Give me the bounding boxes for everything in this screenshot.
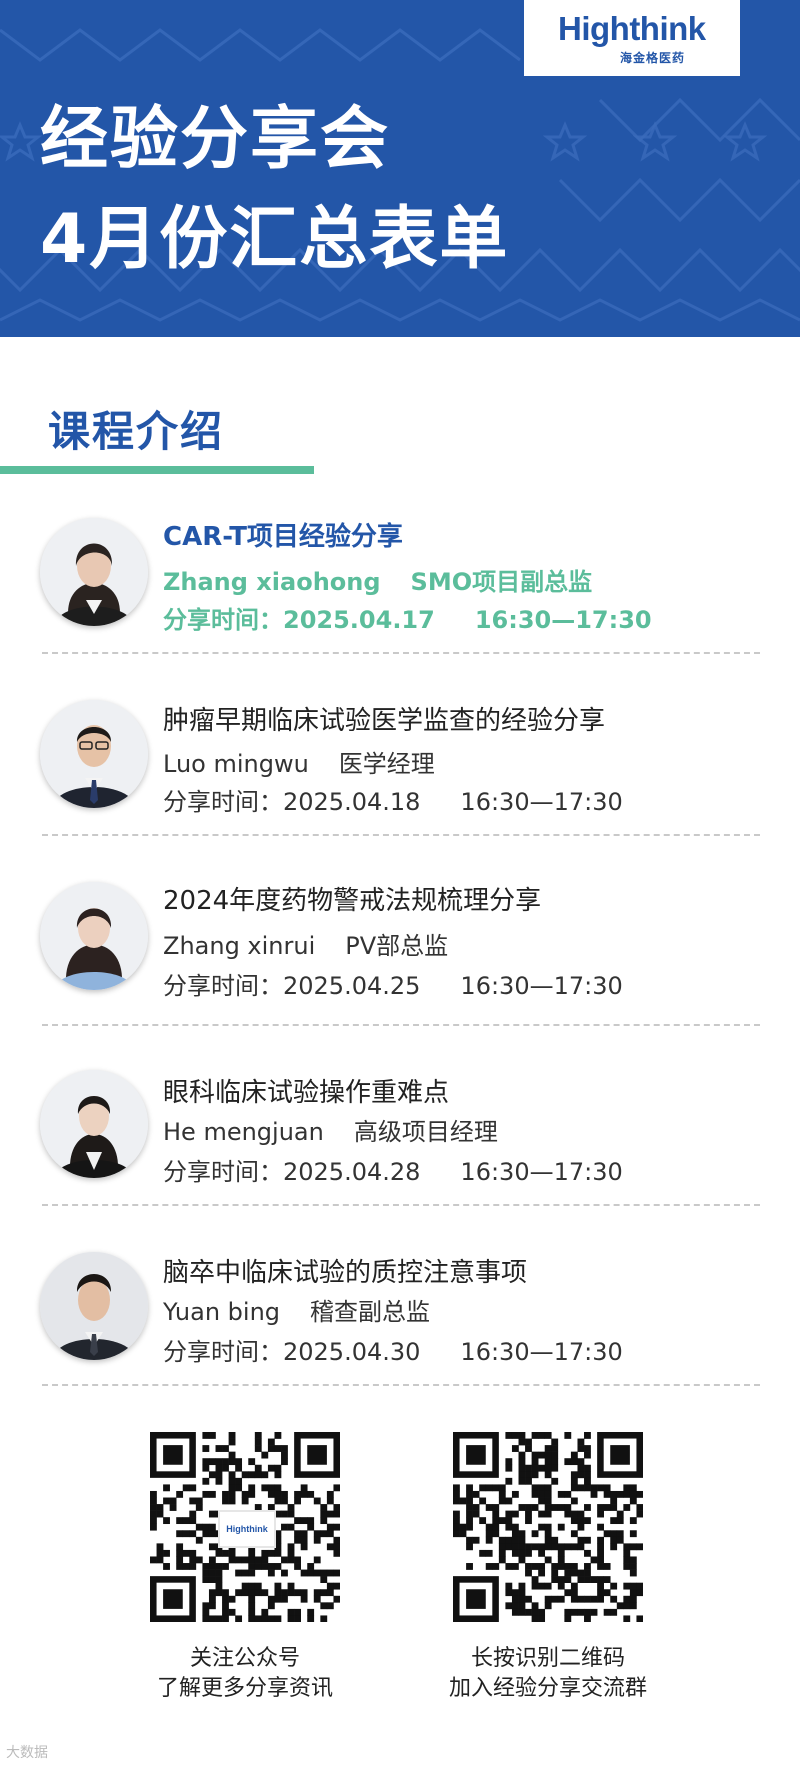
course-date: 2025.04.30 xyxy=(283,1338,421,1366)
course-title: CAR-T项目经验分享 xyxy=(163,522,403,552)
time-label: 分享时间： xyxy=(163,1158,283,1186)
qr-code-group[interactable] xyxy=(453,1432,644,1623)
divider xyxy=(42,834,760,836)
speaker-name: Zhang xiaohong xyxy=(163,568,381,596)
course-speaker-line: Zhang xiaohong SMO项目副总监 xyxy=(163,562,592,597)
section-title: 课程介绍 xyxy=(48,407,225,456)
section-underline xyxy=(0,466,314,474)
divider xyxy=(42,1024,760,1026)
course-time-line: 分享时间：2025.04.18 16:30—17:30 xyxy=(163,782,623,817)
course-time-line: 分享时间：2025.04.30 16:30—17:30 xyxy=(163,1332,623,1367)
time-label: 分享时间： xyxy=(163,972,283,1000)
speaker-avatar xyxy=(40,1070,148,1178)
brand-name-cn: 海金格医药 xyxy=(620,51,686,65)
header-banner: Highthink 海金格医药 经验分享会 4月份汇总表单 xyxy=(0,0,800,337)
speaker-role: 稽查副总监 xyxy=(310,1298,431,1326)
course-date: 2025.04.17 xyxy=(283,606,435,634)
qr-code-official-account[interactable]: Highthink xyxy=(150,1432,341,1623)
qr-caption-right-line1: 长按识别二维码 xyxy=(470,1646,625,1671)
page-title-line2: 4月份汇总表单 xyxy=(40,200,510,279)
divider xyxy=(42,1204,760,1206)
divider xyxy=(42,652,760,654)
speaker-role: 医学经理 xyxy=(338,750,435,778)
time-label: 分享时间： xyxy=(163,606,283,634)
course-speaker-line: Yuan bing 稽查副总监 xyxy=(163,1292,430,1327)
speaker-avatar xyxy=(40,518,148,626)
qr-caption-left-line1: 关注公众号 xyxy=(189,1646,300,1671)
course-title: 脑卒中临床试验的质控注意事项 xyxy=(163,1258,528,1288)
course-time-line: 分享时间：2025.04.25 16:30—17:30 xyxy=(163,966,623,1001)
course-speaker-line: Luo mingwu 医学经理 xyxy=(163,744,435,779)
brand-logo: Highthink 海金格医药 xyxy=(524,0,740,76)
qr-caption-right: 长按识别二维码 加入经验分享交流群 xyxy=(398,1644,698,1704)
time-label: 分享时间： xyxy=(163,1338,283,1366)
speaker-avatar xyxy=(40,700,148,808)
course-title: 眼科临床试验操作重难点 xyxy=(163,1078,450,1108)
speaker-avatar xyxy=(40,1252,148,1360)
speaker-name: Yuan bing xyxy=(163,1298,281,1326)
course-time: 16:30—17:30 xyxy=(460,972,623,1000)
divider xyxy=(42,1384,760,1386)
speaker-role: 高级项目经理 xyxy=(353,1118,498,1146)
time-label: 分享时间： xyxy=(163,788,283,816)
speaker-name: Zhang xinrui xyxy=(163,932,316,960)
brand-name: Highthink xyxy=(558,10,706,47)
course-title: 肿瘤早期临床试验医学监查的经验分享 xyxy=(163,706,606,736)
qr-caption-left-line2: 了解更多分享资讯 xyxy=(156,1676,333,1701)
course-time: 16:30—17:30 xyxy=(460,1338,623,1366)
course-date: 2025.04.18 xyxy=(283,788,421,816)
course-time: 16:30—17:30 xyxy=(474,606,652,634)
course-time-line: 分享时间：2025.04.17 16:30—17:30 xyxy=(163,600,652,635)
course-time: 16:30—17:30 xyxy=(460,1158,623,1186)
course-speaker-line: Zhang xinrui PV部总监 xyxy=(163,926,448,961)
course-speaker-line: He mengjuan 高级项目经理 xyxy=(163,1112,498,1147)
speaker-role: PV部总监 xyxy=(345,932,449,960)
qr-caption-left: 关注公众号 了解更多分享资讯 xyxy=(95,1644,395,1704)
qr-logo: Highthink xyxy=(218,1510,276,1548)
course-title: 2024年度药物警戒法规梳理分享 xyxy=(163,886,542,916)
speaker-avatar xyxy=(40,882,148,990)
course-date: 2025.04.25 xyxy=(283,972,421,1000)
course-time: 16:30—17:30 xyxy=(460,788,623,816)
course-time-line: 分享时间：2025.04.28 16:30—17:30 xyxy=(163,1152,623,1187)
speaker-name: Luo mingwu xyxy=(163,750,309,778)
speaker-name: He mengjuan xyxy=(163,1118,324,1146)
qr-caption-right-line2: 加入经验分享交流群 xyxy=(448,1676,647,1701)
page-title-line1: 经验分享会 xyxy=(40,100,391,179)
watermark: 大数据 xyxy=(6,1745,48,1761)
speaker-role: SMO项目副总监 xyxy=(410,568,593,596)
course-date: 2025.04.28 xyxy=(283,1158,421,1186)
